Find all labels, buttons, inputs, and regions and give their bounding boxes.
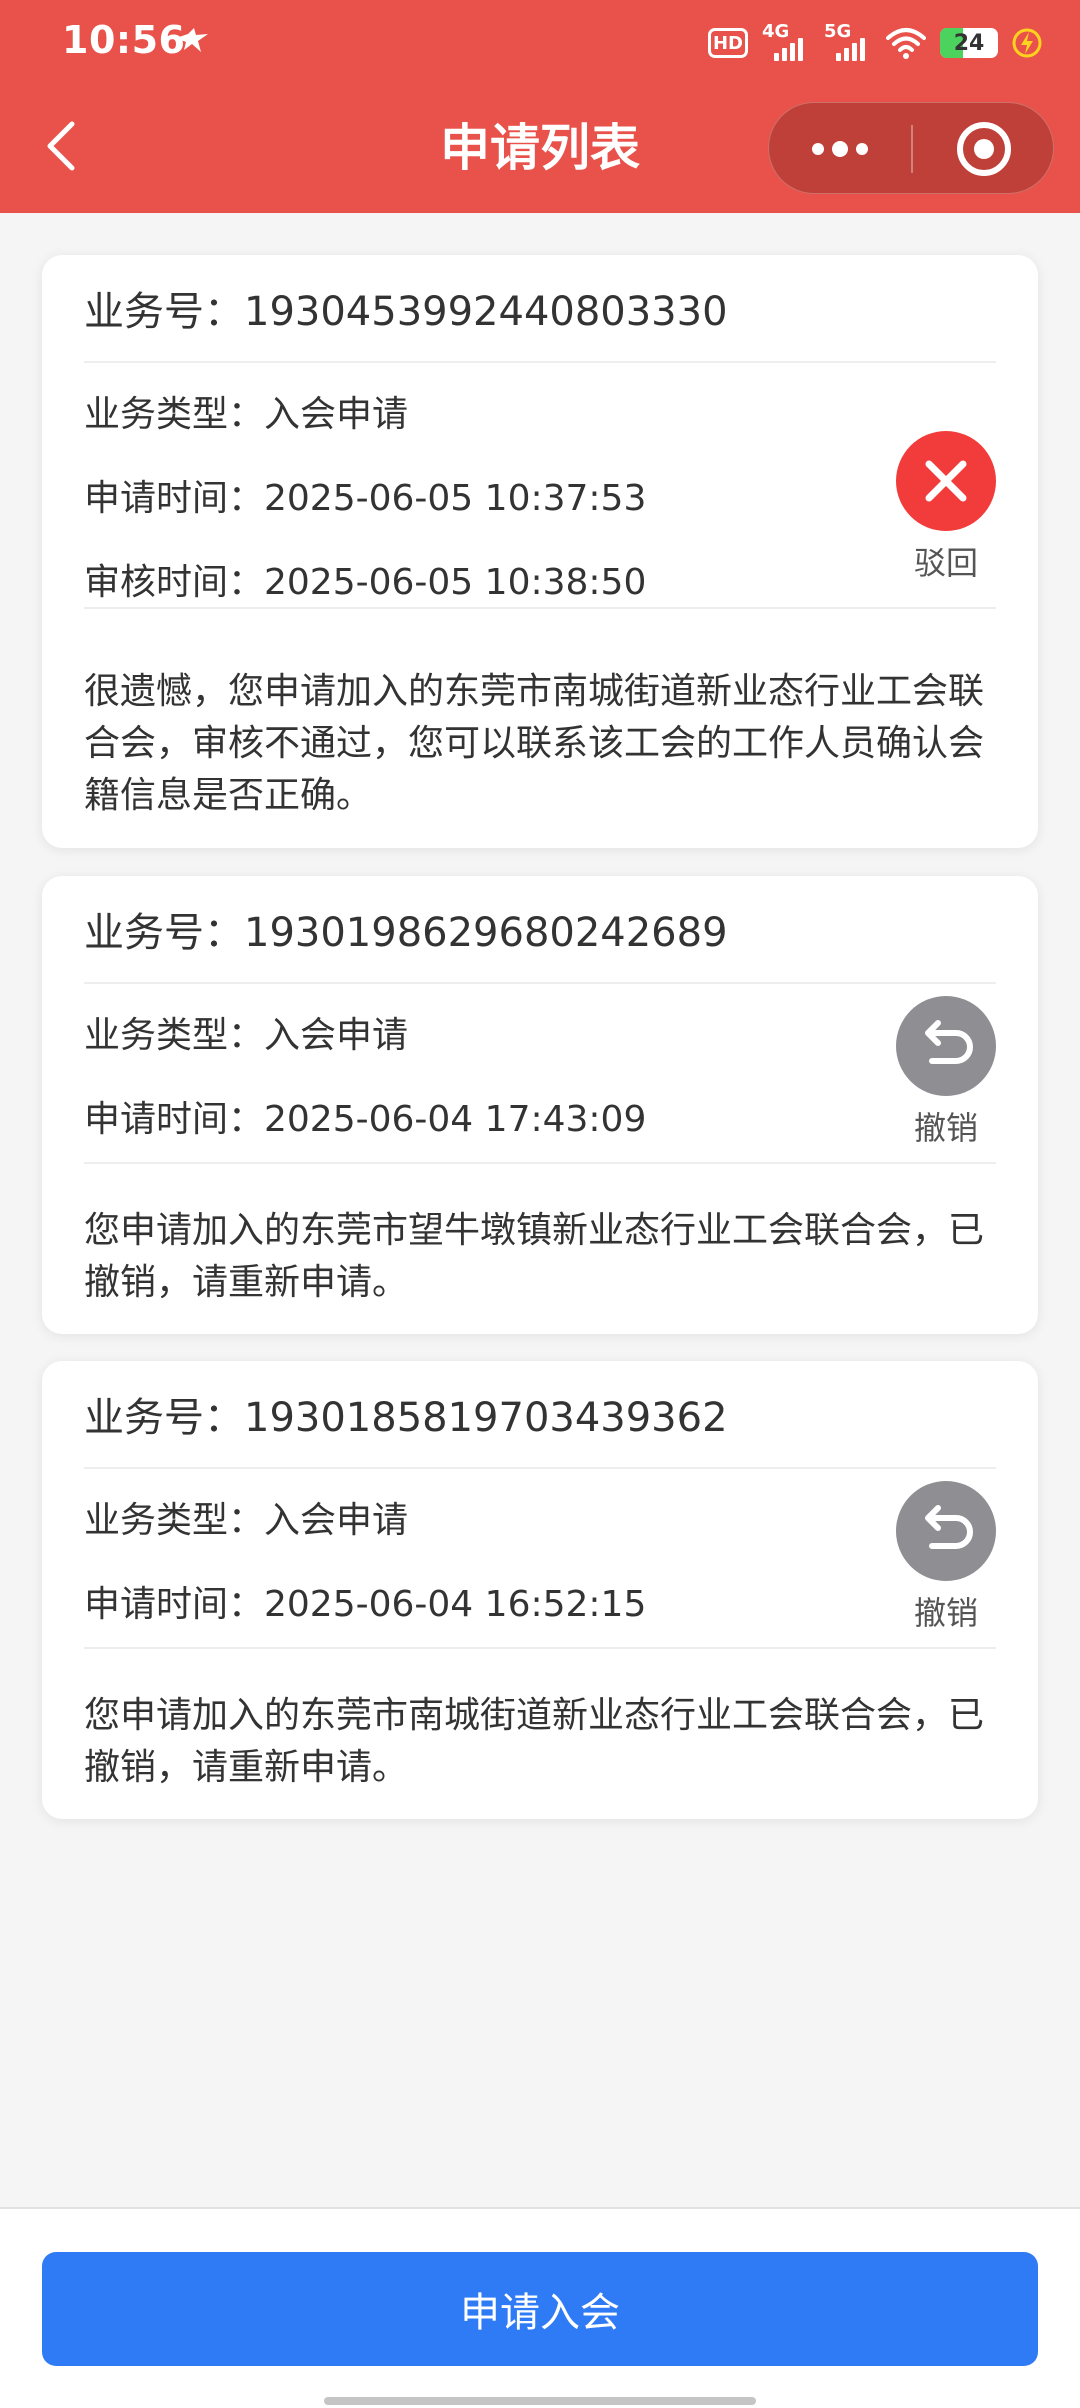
- status-indicator: 驳回: [896, 431, 996, 583]
- top-header: 10:56 HD 4G 5G 24 申请列表: [0, 0, 1080, 213]
- signal-4g-icon: 4G: [762, 23, 810, 63]
- status-label: 撤销: [913, 1594, 978, 1632]
- card-info: 业务类型：入会申请 申请时间：2025-06-05 10:37:53 审核时间：…: [84, 363, 996, 609]
- status-label: 驳回: [913, 544, 978, 582]
- status-bar: 10:56 HD 4G 5G 24: [0, 0, 1080, 86]
- more-dots-icon: [812, 141, 868, 157]
- status-message: 您申请加入的东莞市望牛墩镇新业态行业工会联合会，已撤销，请重新申请。: [84, 1210, 985, 1303]
- mini-program-capsule: [768, 102, 1054, 194]
- application-card[interactable]: 业务号：1930453992440803330 业务类型：入会申请 申请时间：2…: [42, 255, 1038, 848]
- card-info: 业务类型：入会申请 申请时间：2025-06-04 17:43:09 撤销: [84, 984, 996, 1164]
- business-type: 业务类型：入会申请: [84, 1015, 409, 1056]
- apply-time: 申请时间：2025-06-04 16:52:15: [84, 1584, 647, 1625]
- signal-5g-icon: 5G: [824, 23, 872, 63]
- undo-circle-icon: [896, 996, 996, 1096]
- status-message: 您申请加入的东莞市南城街道新业态行业工会联合会，已撤销，请重新申请。: [84, 1695, 985, 1788]
- business-number: 业务号：1930198629680242689: [84, 876, 996, 984]
- status-indicator: 撤销: [896, 996, 996, 1148]
- undo-circle-icon: [896, 1481, 996, 1581]
- application-card[interactable]: 业务号：1930198629680242689 业务类型：入会申请 申请时间：2…: [42, 876, 1038, 1334]
- application-card[interactable]: 业务号：1930185819703439362 业务类型：入会申请 申请时间：2…: [42, 1361, 1038, 1819]
- nav-bar: 申请列表: [0, 86, 1080, 213]
- bottom-action-bar: 申请入会: [0, 2207, 1080, 2408]
- close-mini-program-button[interactable]: [913, 103, 1055, 195]
- notification-bird-icon: [176, 28, 208, 52]
- more-button[interactable]: [769, 103, 911, 195]
- target-close-icon: [957, 122, 1011, 176]
- status-indicators: HD 4G 5G 24: [708, 20, 1042, 66]
- status-time: 10:56: [62, 18, 186, 62]
- business-type: 业务类型：入会申请: [84, 1500, 409, 1541]
- apply-time: 申请时间：2025-06-04 17:43:09: [84, 1099, 647, 1140]
- card-info: 业务类型：入会申请 申请时间：2025-06-04 16:52:15 撤销: [84, 1469, 996, 1649]
- business-number: 业务号：1930185819703439362: [84, 1361, 996, 1469]
- status-label: 撤销: [913, 1109, 978, 1147]
- business-number: 业务号：1930453992440803330: [84, 255, 996, 363]
- charging-bolt-icon: [1012, 28, 1042, 58]
- apply-membership-button[interactable]: 申请入会: [42, 2252, 1038, 2366]
- apply-time: 申请时间：2025-06-05 10:37:53: [84, 478, 647, 519]
- review-time: 审核时间：2025-06-05 10:38:50: [84, 562, 647, 603]
- hd-badge: HD: [708, 28, 748, 58]
- status-message: 很遗憾，您申请加入的东莞市南城街道新业态行业工会联合会，审核不通过，您可以联系该…: [84, 671, 985, 816]
- wifi-icon: [886, 28, 926, 59]
- business-type: 业务类型：入会申请: [84, 394, 409, 435]
- close-circle-icon: [896, 431, 996, 531]
- status-indicator: 撤销: [896, 1481, 996, 1633]
- home-indicator[interactable]: [324, 2397, 756, 2405]
- battery-icon: 24: [940, 28, 998, 58]
